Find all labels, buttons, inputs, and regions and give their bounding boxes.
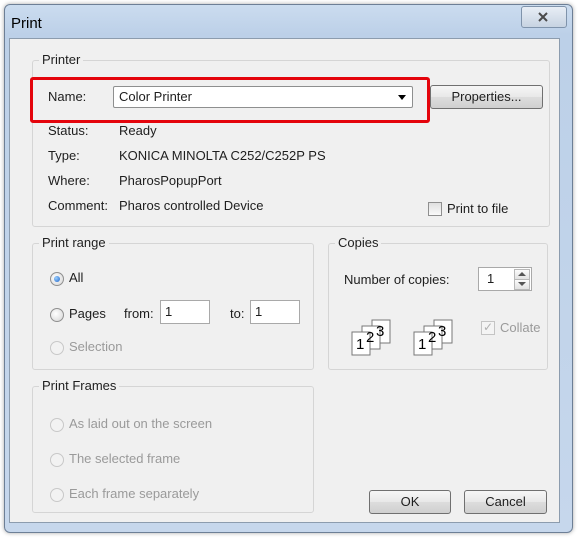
- to-input[interactable]: 1: [250, 300, 300, 324]
- radio-each-frame[interactable]: [50, 488, 64, 502]
- to-label: to:: [230, 306, 245, 321]
- print-to-file-label[interactable]: Print to file: [447, 201, 508, 216]
- radio-as-laid-out[interactable]: [50, 418, 64, 432]
- cancel-button[interactable]: Cancel: [464, 490, 547, 514]
- collate-checkbox[interactable]: ✓: [481, 320, 495, 335]
- highlight-annotation: [30, 77, 430, 123]
- radio-selected-frame[interactable]: [50, 453, 64, 467]
- radio-all-label[interactable]: All: [69, 270, 83, 285]
- copies-value: 1: [487, 271, 495, 286]
- type-value: KONICA MINOLTA C252/C252P PS: [119, 148, 326, 163]
- type-label: Type:: [48, 148, 80, 163]
- radio-selected-dot: [54, 276, 60, 282]
- collate-pages-icon: 3 2 1 3 2 1: [351, 319, 453, 356]
- collate-label[interactable]: Collate: [500, 320, 540, 335]
- stepper-down-button[interactable]: [514, 279, 530, 290]
- copies-group-label: Copies: [335, 235, 382, 250]
- ok-button[interactable]: OK: [369, 490, 451, 514]
- check-icon: ✓: [483, 320, 494, 334]
- where-value: PharosPopupPort: [119, 173, 222, 188]
- collate-page-2b: 2: [428, 329, 436, 346]
- print-range-group-label: Print range: [39, 235, 109, 250]
- close-button[interactable]: [521, 6, 567, 28]
- collate-page-1b: 1: [418, 336, 426, 353]
- copies-stepper[interactable]: 1: [478, 267, 532, 291]
- radio-selection-label[interactable]: Selection: [69, 339, 122, 354]
- radio-all[interactable]: [50, 272, 64, 286]
- radio-as-laid-out-label[interactable]: As laid out on the screen: [69, 416, 212, 431]
- print-to-file-checkbox[interactable]: [428, 202, 442, 216]
- properties-button[interactable]: Properties...: [430, 85, 543, 109]
- comment-label: Comment:: [48, 198, 108, 213]
- arrow-up-icon: [518, 272, 526, 276]
- collate-page-1: 1: [356, 336, 364, 353]
- collate-page-3: 3: [376, 323, 384, 340]
- radio-selection[interactable]: [50, 341, 64, 355]
- from-value: 1: [165, 304, 173, 319]
- from-input[interactable]: 1: [160, 300, 210, 324]
- radio-each-frame-label[interactable]: Each frame separately: [69, 486, 199, 501]
- arrow-down-icon: [518, 282, 526, 286]
- radio-pages[interactable]: [50, 308, 64, 322]
- collate-page-2: 2: [366, 329, 374, 346]
- radio-selected-frame-label[interactable]: The selected frame: [69, 451, 180, 466]
- from-label: from:: [124, 306, 154, 321]
- radio-pages-label[interactable]: Pages: [69, 306, 106, 321]
- to-value: 1: [255, 304, 263, 319]
- where-label: Where:: [48, 173, 90, 188]
- status-label: Status:: [48, 123, 89, 138]
- window-title: Print: [11, 15, 42, 32]
- collate-page-3b: 3: [438, 323, 446, 340]
- print-frames-group-label: Print Frames: [39, 378, 120, 393]
- close-icon: [538, 12, 548, 22]
- status-value: Ready: [119, 123, 157, 138]
- comment-value: Pharos controlled Device: [119, 198, 264, 213]
- number-of-copies-label: Number of copies:: [344, 272, 450, 287]
- printer-group-label: Printer: [39, 52, 84, 67]
